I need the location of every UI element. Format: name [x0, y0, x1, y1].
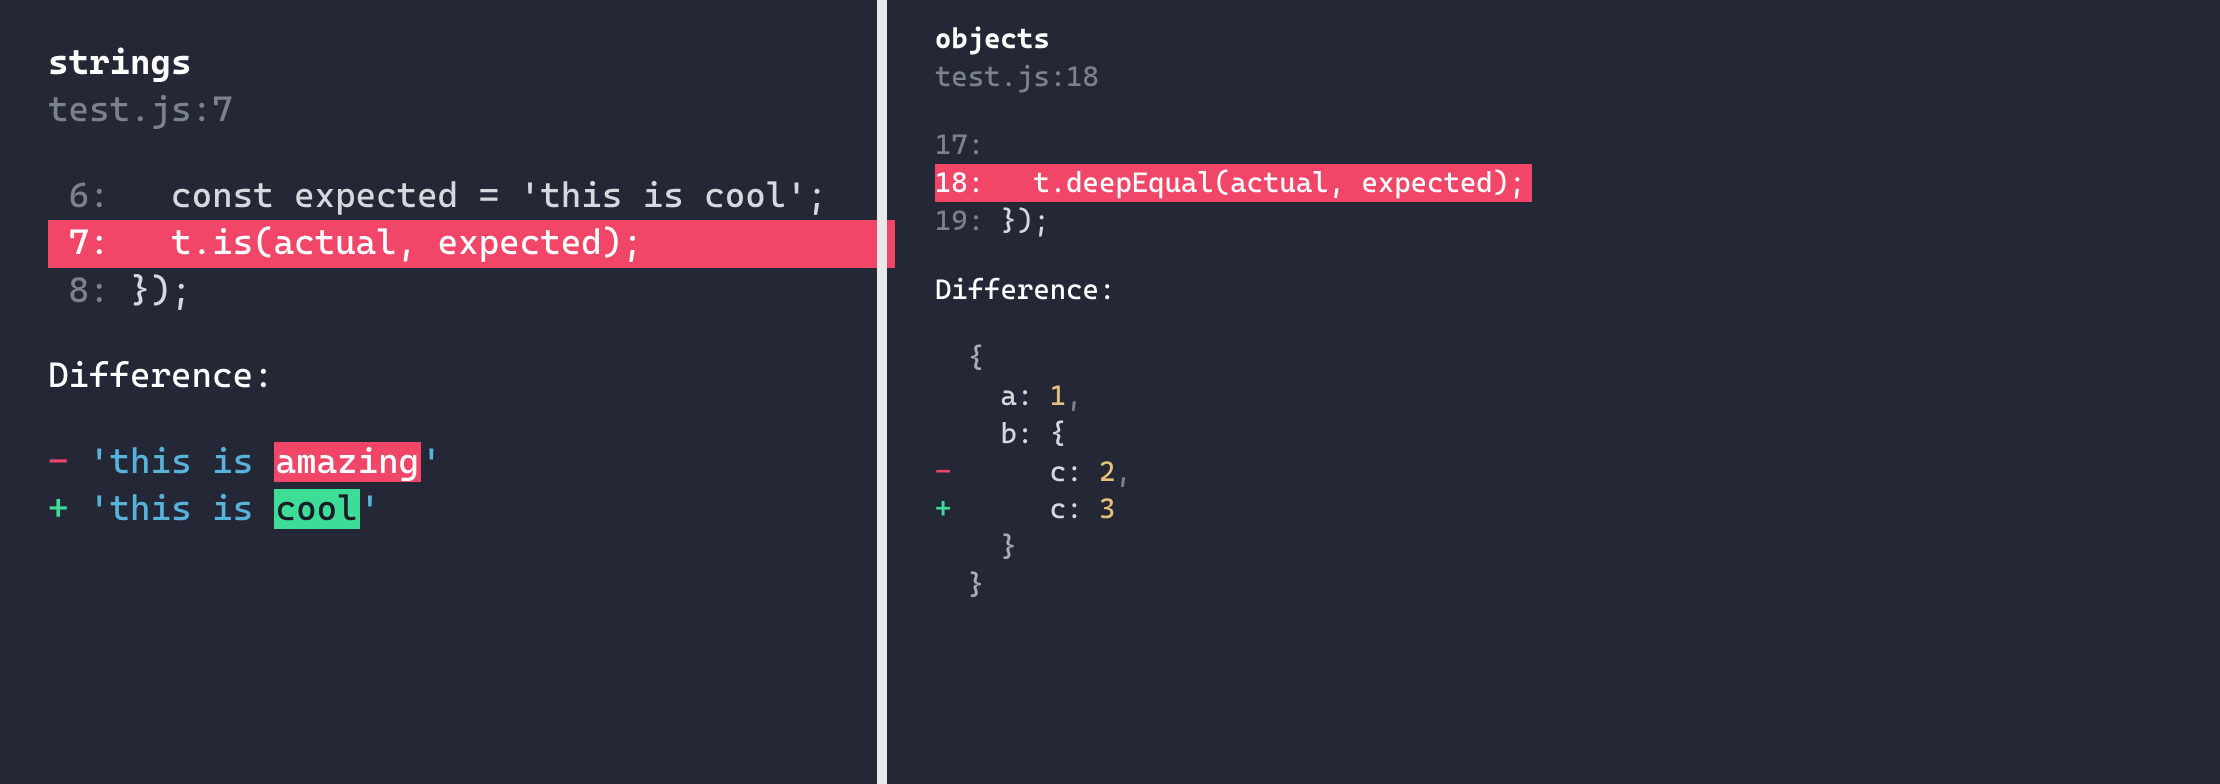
code-line: 17:	[935, 126, 2190, 164]
code-block-strings: 6: const expected = 'this is cool'; 7: t…	[48, 173, 847, 315]
obj-line: b: {	[935, 415, 2190, 453]
code-line: 6: const expected = 'this is cool';	[48, 173, 847, 220]
diff-added-token: cool	[274, 489, 360, 529]
obj-diff-added: + c: 3	[935, 490, 2190, 528]
code-line-highlighted: 7: t.is(actual, expected);	[48, 220, 847, 267]
panel-strings: strings test.js:7 6: const expected = 't…	[0, 0, 877, 784]
test-title-strings: strings	[48, 40, 847, 87]
difference-label: Difference:	[935, 271, 2190, 309]
obj-diff-removed: - c: 2,	[935, 453, 2190, 491]
obj-line: a: 1,	[935, 377, 2190, 415]
panel-objects: objects test.js:18 17: 18: t.deepEqual(a…	[887, 0, 2220, 784]
code-line: 19: });	[935, 202, 2190, 240]
diff-added-line: + 'this is cool'	[48, 486, 847, 533]
obj-line: {	[935, 339, 2190, 377]
difference-label: Difference:	[48, 353, 847, 400]
code-line-highlighted: 18: t.deepEqual(actual, expected);	[935, 164, 2190, 202]
obj-line: }	[935, 528, 2190, 566]
diff-removed-line: - 'this is amazing'	[48, 439, 847, 486]
test-location-strings: test.js:7	[48, 87, 847, 134]
diff-removed-token: amazing	[274, 442, 422, 482]
panel-divider	[877, 0, 887, 784]
test-title-objects: objects	[935, 20, 2190, 58]
test-location-objects: test.js:18	[935, 58, 2190, 96]
code-line: 8: });	[48, 268, 847, 315]
code-block-objects: 17: 18: t.deepEqual(actual, expected); 1…	[935, 126, 2190, 239]
obj-line: }	[935, 566, 2190, 604]
